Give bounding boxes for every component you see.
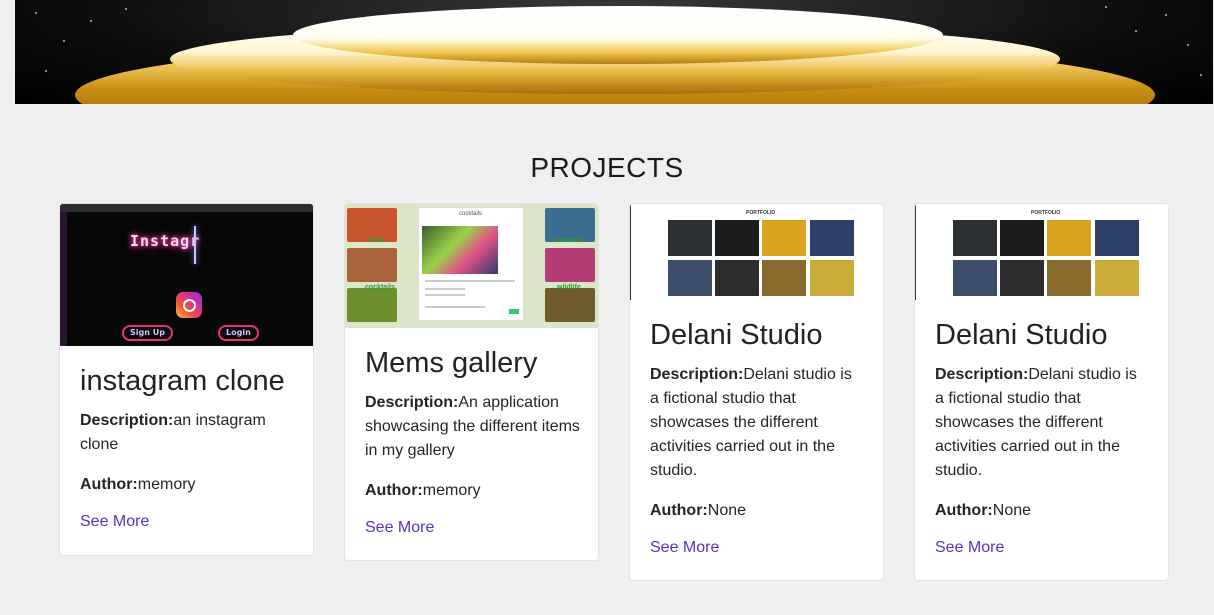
project-thumbnail: Instagr Sign Up Login	[60, 204, 313, 346]
project-thumbnail: food cocktails cocktails wildlife cockta…	[345, 204, 598, 328]
project-card: PORTFOLIO Delani Studio Description:Dela…	[629, 203, 884, 581]
see-more-link[interactable]: See More	[365, 519, 434, 537]
project-author: Author:memory	[365, 481, 481, 499]
project-card: food cocktails cocktails wildlife cockta…	[344, 203, 599, 561]
see-more-link[interactable]: See More	[935, 539, 1004, 557]
gallery-modal: cocktails	[419, 208, 523, 320]
instagram-icon	[176, 292, 202, 318]
project-title: Delani Studio	[935, 319, 1108, 351]
section-title: PROJECTS	[530, 152, 684, 183]
project-author: Author:memory	[80, 475, 196, 493]
project-card: Instagr Sign Up Login instagram clone De…	[59, 203, 314, 556]
project-title: Mems gallery	[365, 347, 538, 379]
project-author: Author:None	[650, 501, 747, 519]
project-card: PORTFOLIO Delani Studio Description:Dela…	[914, 203, 1169, 581]
project-description: Description:An application showcasing th…	[365, 393, 580, 459]
project-thumbnail: PORTFOLIO	[915, 204, 1168, 300]
project-thumbnail: PORTFOLIO	[630, 204, 883, 300]
project-title: instagram clone	[80, 365, 285, 397]
see-more-link[interactable]: See More	[650, 539, 719, 557]
project-description: Description:Delani studio is a fictional…	[650, 365, 852, 479]
project-author: Author:None	[935, 501, 1032, 519]
see-more-link[interactable]: See More	[80, 513, 149, 531]
project-title: Delani Studio	[650, 319, 823, 351]
hero-banner	[15, 0, 1213, 104]
project-description: Description:an instagram clone	[80, 411, 266, 453]
project-description: Description:Delani studio is a fictional…	[935, 365, 1137, 479]
